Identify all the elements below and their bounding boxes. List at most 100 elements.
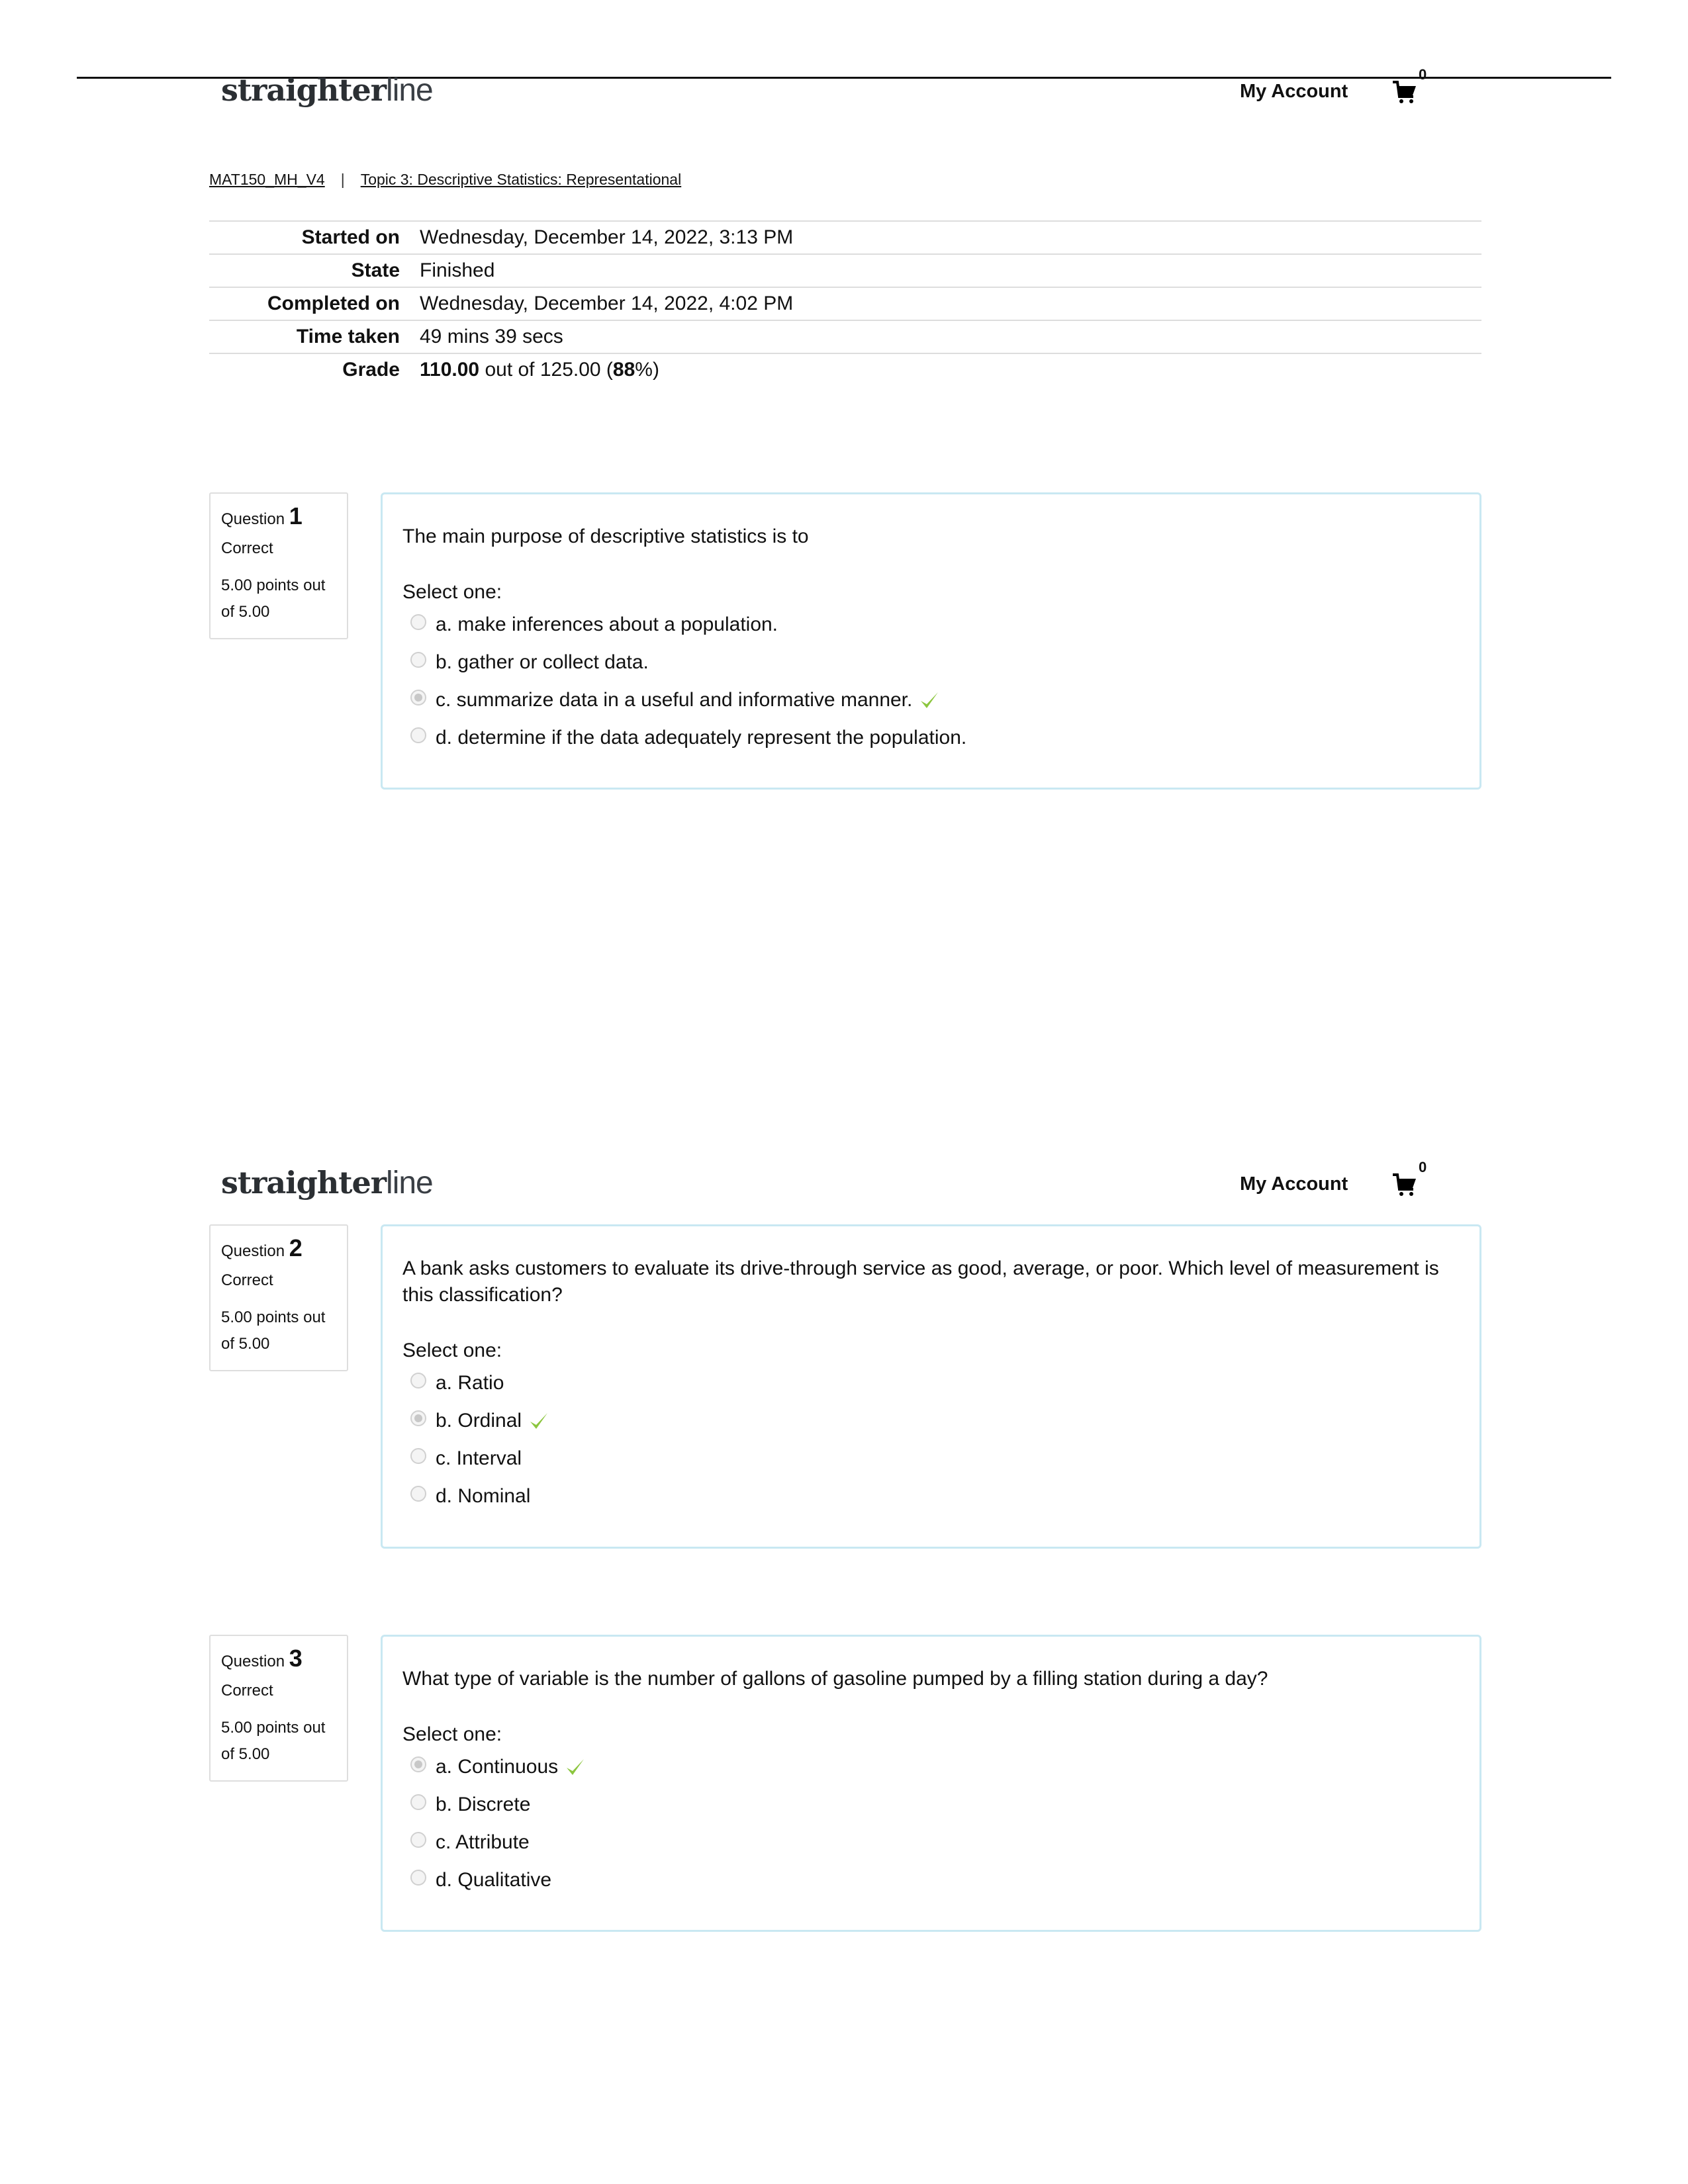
question-info-3: Question 3 Correct 5.00 points out of 5.… bbox=[209, 1635, 348, 1782]
answer-option-c[interactable]: c. summarize data in a useful and inform… bbox=[410, 681, 1460, 719]
option-label: d. Nominal bbox=[436, 1484, 531, 1507]
answer-option-c[interactable]: c. Attribute bbox=[410, 1823, 1460, 1861]
option-label: d. Qualitative bbox=[436, 1868, 552, 1891]
question-label: Question bbox=[221, 510, 285, 528]
answer-option-c[interactable]: c. Interval bbox=[410, 1439, 1460, 1477]
question-text: The main purpose of descriptive statisti… bbox=[402, 525, 809, 547]
logo-bold-text: straighter bbox=[221, 1165, 387, 1201]
question-points-max: of 5.00 bbox=[221, 603, 270, 621]
grade-value: 110.00 out of 125.00 (88%) bbox=[400, 353, 1481, 386]
answer-option-d[interactable]: d. Nominal bbox=[410, 1477, 1460, 1515]
option-label: d. determine if the data adequately repr… bbox=[436, 726, 967, 749]
cart-count-badge: 0 bbox=[1419, 1159, 1427, 1175]
breadcrumb-course-link[interactable]: MAT150_MH_V4 bbox=[209, 171, 325, 188]
radio-button[interactable] bbox=[410, 1869, 426, 1886]
question-number: 2 bbox=[289, 1234, 303, 1261]
question-number: 3 bbox=[289, 1645, 303, 1672]
answer-option-a[interactable]: a. make inferences about a population. bbox=[410, 606, 1460, 643]
attempt-summary-table: Started on Wednesday, December 14, 2022, … bbox=[209, 220, 1481, 386]
question-label: Question bbox=[221, 1653, 285, 1670]
summary-label: Completed on bbox=[267, 293, 400, 314]
radio-button[interactable] bbox=[410, 1794, 426, 1810]
straighterline-logo[interactable]: straighterline bbox=[221, 1164, 434, 1202]
grade-score: 110.00 bbox=[420, 359, 480, 381]
radio-button[interactable] bbox=[410, 1485, 426, 1502]
summary-label: Grade bbox=[342, 359, 400, 381]
answer-option-a[interactable]: a. Continuous bbox=[410, 1748, 1460, 1786]
question-state: Correct bbox=[221, 1682, 273, 1700]
summary-row-time: Time taken 49 mins 39 secs bbox=[209, 320, 1481, 353]
summary-value: Wednesday, December 14, 2022, 3:13 PM bbox=[420, 226, 794, 248]
radio-button[interactable] bbox=[410, 614, 426, 630]
summary-label: Time taken bbox=[296, 326, 400, 347]
select-one-prompt: Select one: bbox=[402, 1723, 502, 1745]
summary-row-grade: Grade 110.00 out of 125.00 (88%) bbox=[209, 353, 1481, 386]
radio-button-selected[interactable] bbox=[410, 1756, 426, 1772]
radio-button[interactable] bbox=[410, 727, 426, 743]
radio-button[interactable] bbox=[410, 651, 426, 668]
answer-option-b[interactable]: b. Discrete bbox=[410, 1786, 1460, 1823]
checkmark-icon bbox=[565, 1756, 586, 1778]
question-state: Correct bbox=[221, 1271, 273, 1289]
straighterline-logo[interactable]: straighterline bbox=[221, 71, 434, 109]
question-info-2: Question 2 Correct 5.00 points out of 5.… bbox=[209, 1224, 348, 1371]
question-text: A bank asks customers to evaluate its dr… bbox=[402, 1257, 1439, 1306]
question-label: Question bbox=[221, 1242, 285, 1260]
option-label: b. Ordinal bbox=[436, 1409, 522, 1432]
question-points-max: of 5.00 bbox=[221, 1335, 270, 1353]
shopping-cart-icon[interactable] bbox=[1391, 1171, 1418, 1197]
radio-button-selected[interactable] bbox=[410, 1410, 426, 1426]
checkmark-icon bbox=[919, 690, 940, 711]
option-label: a. Continuous bbox=[436, 1755, 559, 1778]
question-number: 1 bbox=[289, 502, 303, 529]
summary-row-state: State Finished bbox=[209, 254, 1481, 287]
breadcrumb-separator: | bbox=[340, 171, 345, 188]
option-label: c. Attribute bbox=[436, 1831, 530, 1853]
option-label: a. Ratio bbox=[436, 1371, 504, 1394]
question-content-2: A bank asks customers to evaluate its dr… bbox=[381, 1224, 1481, 1549]
summary-row-started: Started on Wednesday, December 14, 2022, … bbox=[209, 221, 1481, 254]
answer-option-b[interactable]: b. Ordinal bbox=[410, 1402, 1460, 1439]
answer-option-a[interactable]: a. Ratio bbox=[410, 1364, 1460, 1402]
shopping-cart-icon[interactable] bbox=[1391, 78, 1418, 105]
option-label: c. Interval bbox=[436, 1447, 522, 1469]
select-one-prompt: Select one: bbox=[402, 1340, 502, 1361]
summary-value: Finished bbox=[420, 259, 495, 281]
summary-label: Started on bbox=[301, 226, 400, 248]
question-content-1: The main purpose of descriptive statisti… bbox=[381, 492, 1481, 790]
answer-option-d[interactable]: d. determine if the data adequately repr… bbox=[410, 719, 1460, 756]
option-label: c. summarize data in a useful and inform… bbox=[436, 688, 913, 711]
question-points-max: of 5.00 bbox=[221, 1745, 270, 1763]
my-account-link[interactable]: My Account bbox=[1240, 79, 1348, 103]
question-points: 5.00 points out bbox=[221, 1308, 326, 1326]
answer-option-d[interactable]: d. Qualitative bbox=[410, 1861, 1460, 1899]
logo-light-text: line bbox=[386, 73, 434, 108]
grade-percent: 88 bbox=[612, 359, 635, 381]
answer-options: a. Continuous b. Discrete c. Attribute d… bbox=[410, 1748, 1460, 1899]
radio-button[interactable] bbox=[410, 1831, 426, 1848]
my-account-link[interactable]: My Account bbox=[1240, 1172, 1348, 1196]
radio-button[interactable] bbox=[410, 1447, 426, 1464]
question-points: 5.00 points out bbox=[221, 1719, 326, 1737]
summary-value: 49 mins 39 secs bbox=[420, 326, 563, 347]
breadcrumb-topic-link[interactable]: Topic 3: Descriptive Statistics: Represe… bbox=[361, 171, 682, 188]
cart-count-badge: 0 bbox=[1419, 66, 1427, 83]
checkmark-icon bbox=[528, 1410, 549, 1432]
grade-out-of: out of 125.00 ( bbox=[479, 359, 613, 381]
summary-label: State bbox=[351, 259, 400, 281]
question-text: What type of variable is the number of g… bbox=[402, 1668, 1268, 1690]
answer-options: a. Ratio b. Ordinal c. Interval d. Nomin… bbox=[410, 1364, 1460, 1515]
question-content-3: What type of variable is the number of g… bbox=[381, 1635, 1481, 1932]
summary-value: Wednesday, December 14, 2022, 4:02 PM bbox=[420, 293, 794, 314]
radio-button[interactable] bbox=[410, 1372, 426, 1388]
option-label: b. gather or collect data. bbox=[436, 651, 649, 673]
site-header: straighterline My Account 0 bbox=[0, 66, 1688, 109]
grade-suffix: %) bbox=[635, 359, 659, 381]
breadcrumb: MAT150_MH_V4 | Topic 3: Descriptive Statis… bbox=[209, 169, 681, 189]
question-state: Correct bbox=[221, 539, 273, 557]
site-header-repeat: straighterline My Account 0 bbox=[0, 1159, 1688, 1202]
answer-option-b[interactable]: b. gather or collect data. bbox=[410, 643, 1460, 681]
question-info-1: Question 1 Correct 5.00 points out of 5.… bbox=[209, 492, 348, 639]
answer-options: a. make inferences about a population. b… bbox=[410, 606, 1460, 756]
radio-button-selected[interactable] bbox=[410, 689, 426, 705]
